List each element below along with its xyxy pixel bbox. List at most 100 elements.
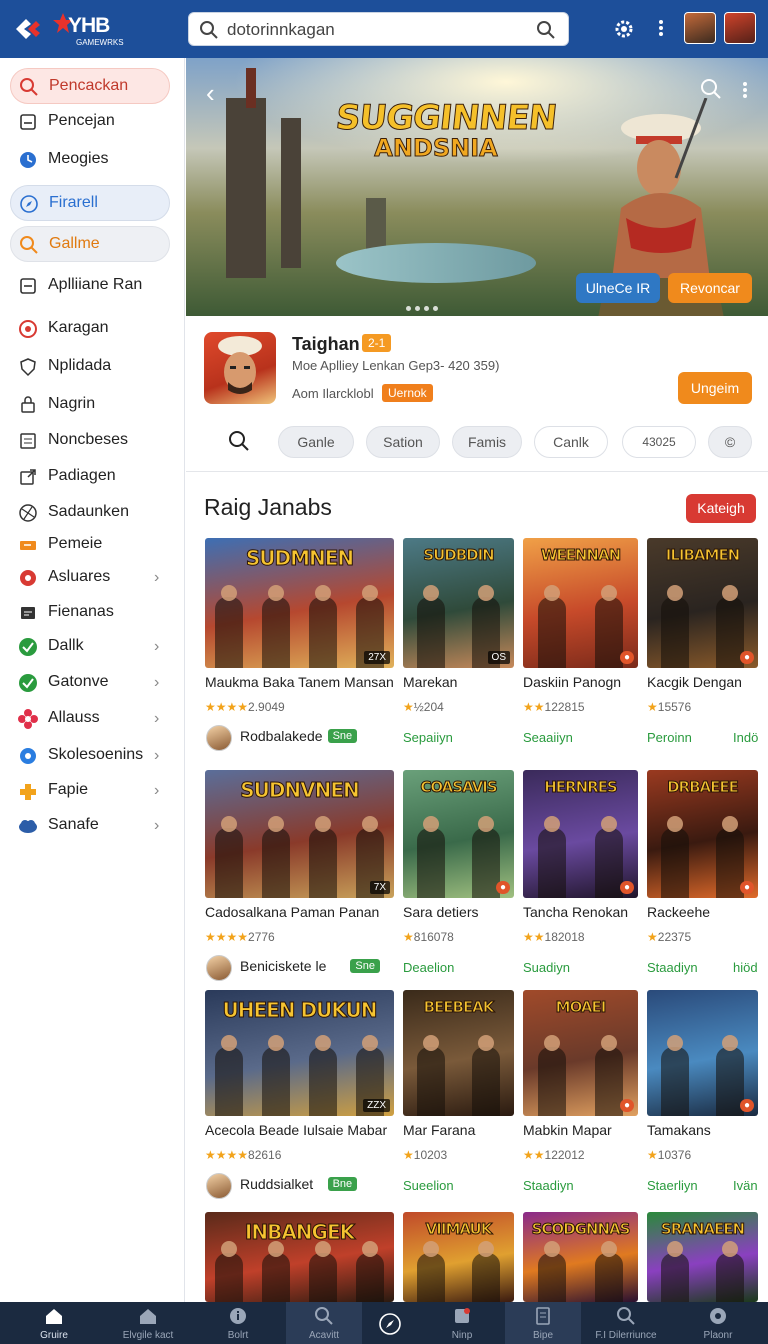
game-card-image[interactable]: ● bbox=[647, 990, 758, 1116]
app-logo[interactable]: YHB GAMEWRKS bbox=[14, 12, 134, 48]
featured-banner[interactable]: SUGGINNEN ANDSNIA ‹ UlneCe IR Revoncar bbox=[186, 58, 768, 316]
developer-name[interactable]: Ruddsialket bbox=[240, 1176, 313, 1192]
game-card-image[interactable]: BEEBEAK bbox=[403, 990, 514, 1116]
game-card-image[interactable]: UHEEN DUKUN ZZX bbox=[205, 990, 394, 1116]
nav-item-discover[interactable]: F.I Dilerriunce bbox=[588, 1302, 664, 1344]
sidebar-item-nplidada[interactable]: Nplidada bbox=[10, 349, 170, 385]
filter-chip[interactable]: Ganle bbox=[278, 426, 354, 458]
banner-secondary-button[interactable]: UlneCe IR bbox=[576, 273, 660, 303]
game-card-title[interactable]: Cadosalkana Paman Panan bbox=[205, 904, 379, 920]
minus-square-icon bbox=[20, 278, 36, 294]
more-menu-icon[interactable] bbox=[654, 18, 668, 40]
game-card-image[interactable]: COASAVIS ● bbox=[403, 770, 514, 898]
sidebar-item-dallk[interactable]: Dallk › bbox=[10, 629, 170, 665]
sidebar-item-skolesoenins[interactable]: Skolesoenins › bbox=[10, 738, 170, 774]
chevron-left-icon[interactable]: ‹ bbox=[206, 78, 215, 109]
sidebar-item-gatonve[interactable]: Gatonve › bbox=[10, 665, 170, 701]
sidebar-item-pemeie[interactable]: Pemeie bbox=[10, 527, 170, 563]
game-card-image[interactable]: SRANAEEN bbox=[647, 1212, 758, 1302]
status-label: Staadiyn bbox=[647, 960, 698, 975]
section-action-button[interactable]: Kateigh bbox=[686, 494, 756, 523]
nav-item-library[interactable]: Bipe bbox=[505, 1302, 581, 1344]
search-icon[interactable] bbox=[700, 78, 722, 100]
nav-item-info[interactable]: Bolrt bbox=[200, 1302, 276, 1344]
filter-chip[interactable]: Famis bbox=[452, 426, 522, 458]
home-icon bbox=[46, 1309, 62, 1324]
game-card-image[interactable]: SCODGNNAS bbox=[523, 1212, 638, 1302]
carousel-dots[interactable] bbox=[404, 298, 440, 316]
game-card-image[interactable]: MOAEI ● bbox=[523, 990, 638, 1116]
search-icon[interactable] bbox=[228, 430, 250, 452]
game-card-title[interactable]: Acecola Beade Iulsaie Mabar bbox=[205, 1122, 387, 1138]
sidebar-item-label: Nplidada bbox=[48, 357, 112, 374]
search-submit-icon[interactable] bbox=[536, 20, 556, 40]
nav-item-search[interactable]: Acavitt bbox=[286, 1302, 362, 1344]
game-card-image[interactable]: ILIBAMEN ● bbox=[647, 538, 758, 668]
game-card-image[interactable]: SUDBDIN OS bbox=[403, 538, 514, 668]
sidebar-item-padiagen[interactable]: Padiagen bbox=[10, 459, 170, 495]
nav-item-explore[interactable]: Elvgile kact bbox=[110, 1302, 186, 1344]
more-menu-icon[interactable] bbox=[742, 80, 748, 100]
nav-item-games[interactable]: Ninp bbox=[424, 1302, 500, 1344]
nav-item-player[interactable]: Plaonr bbox=[680, 1302, 756, 1344]
sidebar-item-sadaunken[interactable]: Sadaunken bbox=[10, 495, 170, 531]
game-card-image[interactable]: SUDNVNEN 7X bbox=[205, 770, 394, 898]
game-card-title[interactable]: Mar Farana bbox=[403, 1122, 475, 1138]
game-card-image[interactable]: INBANGEK bbox=[205, 1212, 394, 1302]
game-card-image[interactable]: HERNRES ● bbox=[523, 770, 638, 898]
sidebar-item-aplliiane-ran[interactable]: Aplliiane Ran bbox=[10, 268, 170, 304]
nav-item-home[interactable]: Gruire bbox=[16, 1302, 92, 1344]
bottom-nav: Gruire Elvgile kact Bolrt Acavitt Ninp B… bbox=[0, 1302, 768, 1344]
game-card-title[interactable]: Daskiin Panogn bbox=[523, 674, 621, 690]
developer-name[interactable]: Beniciskete le bbox=[240, 958, 326, 974]
banner-primary-button[interactable]: Revoncar bbox=[668, 273, 752, 303]
game-card-image[interactable]: SUDMNEN 27X bbox=[205, 538, 394, 668]
game-card-image[interactable]: VIIMAUK bbox=[403, 1212, 514, 1302]
filter-chip[interactable]: Canlk bbox=[534, 426, 608, 458]
filter-chip[interactable]: 43025 bbox=[622, 426, 696, 458]
avatar[interactable] bbox=[206, 725, 232, 751]
game-card-image[interactable]: WEENNAN ● bbox=[523, 538, 638, 668]
game-card-title[interactable]: Rackeehe bbox=[647, 904, 710, 920]
developer-name[interactable]: Rodbalakede bbox=[240, 728, 323, 744]
sidebar-item-allauss[interactable]: Allauss › bbox=[10, 701, 170, 737]
filter-chip[interactable]: Sation bbox=[366, 426, 440, 458]
game-card-title[interactable]: Kacgik Dengan bbox=[647, 674, 742, 690]
avatar[interactable] bbox=[206, 955, 232, 981]
game-card-rating: ★10203 bbox=[403, 1148, 447, 1162]
game-card-corner-badge: ● bbox=[739, 651, 754, 664]
search-bar[interactable] bbox=[188, 12, 569, 46]
sidebar-item-pencejan[interactable]: Pencejan bbox=[10, 104, 170, 140]
filter-chip[interactable]: © bbox=[708, 426, 752, 458]
avatar[interactable] bbox=[684, 12, 716, 44]
app-developer[interactable]: Aom Ilarcklobl bbox=[292, 386, 374, 401]
search-input[interactable] bbox=[227, 17, 517, 43]
game-card-title[interactable]: Tamakans bbox=[647, 1122, 711, 1138]
app-icon[interactable] bbox=[204, 332, 276, 404]
sidebar-item-firarell[interactable]: Firarell bbox=[10, 185, 170, 221]
sidebar-item-asluares[interactable]: Asluares › bbox=[10, 560, 170, 596]
sidebar-item-meogies[interactable]: Meogies bbox=[10, 142, 170, 178]
sidebar-item-pencackan[interactable]: Pencackan bbox=[10, 68, 170, 104]
game-card-title[interactable]: Tancha Renokan bbox=[523, 904, 628, 920]
game-card-title[interactable]: Sara detiers bbox=[403, 904, 478, 920]
sidebar-item-nagrin[interactable]: Nagrin bbox=[10, 387, 170, 423]
avatar[interactable] bbox=[724, 12, 756, 44]
gear-icon[interactable] bbox=[612, 17, 636, 41]
sidebar-item-gallme[interactable]: Gallme bbox=[10, 226, 170, 262]
sidebar-item-noncbeses[interactable]: Noncbeses bbox=[10, 423, 170, 459]
game-card-image[interactable]: DRBAEEE ● bbox=[647, 770, 758, 898]
cloud-icon bbox=[19, 820, 37, 833]
sidebar-item-fienanas[interactable]: Fienanas bbox=[10, 595, 170, 631]
sidebar-item-sanafe[interactable]: Sanafe › bbox=[10, 808, 170, 844]
upgrade-button[interactable]: Ungeim bbox=[678, 372, 752, 404]
app-description: Moe Aplliey Lenkan Gep3- 420 359) bbox=[292, 358, 500, 373]
nav-item-compass[interactable] bbox=[352, 1302, 428, 1344]
game-card-title[interactable]: Marekan bbox=[403, 674, 457, 690]
game-card-title[interactable]: Mabkin Mapar bbox=[523, 1122, 612, 1138]
avatar[interactable] bbox=[206, 1173, 232, 1199]
sidebar-item-fapie[interactable]: Fapie › bbox=[10, 773, 170, 809]
game-card-rating: ★22375 bbox=[647, 930, 691, 944]
game-card-title[interactable]: Maukma Baka Tanem Mansan bbox=[205, 674, 394, 690]
sidebar-item-karagan[interactable]: Karagan bbox=[10, 311, 170, 347]
